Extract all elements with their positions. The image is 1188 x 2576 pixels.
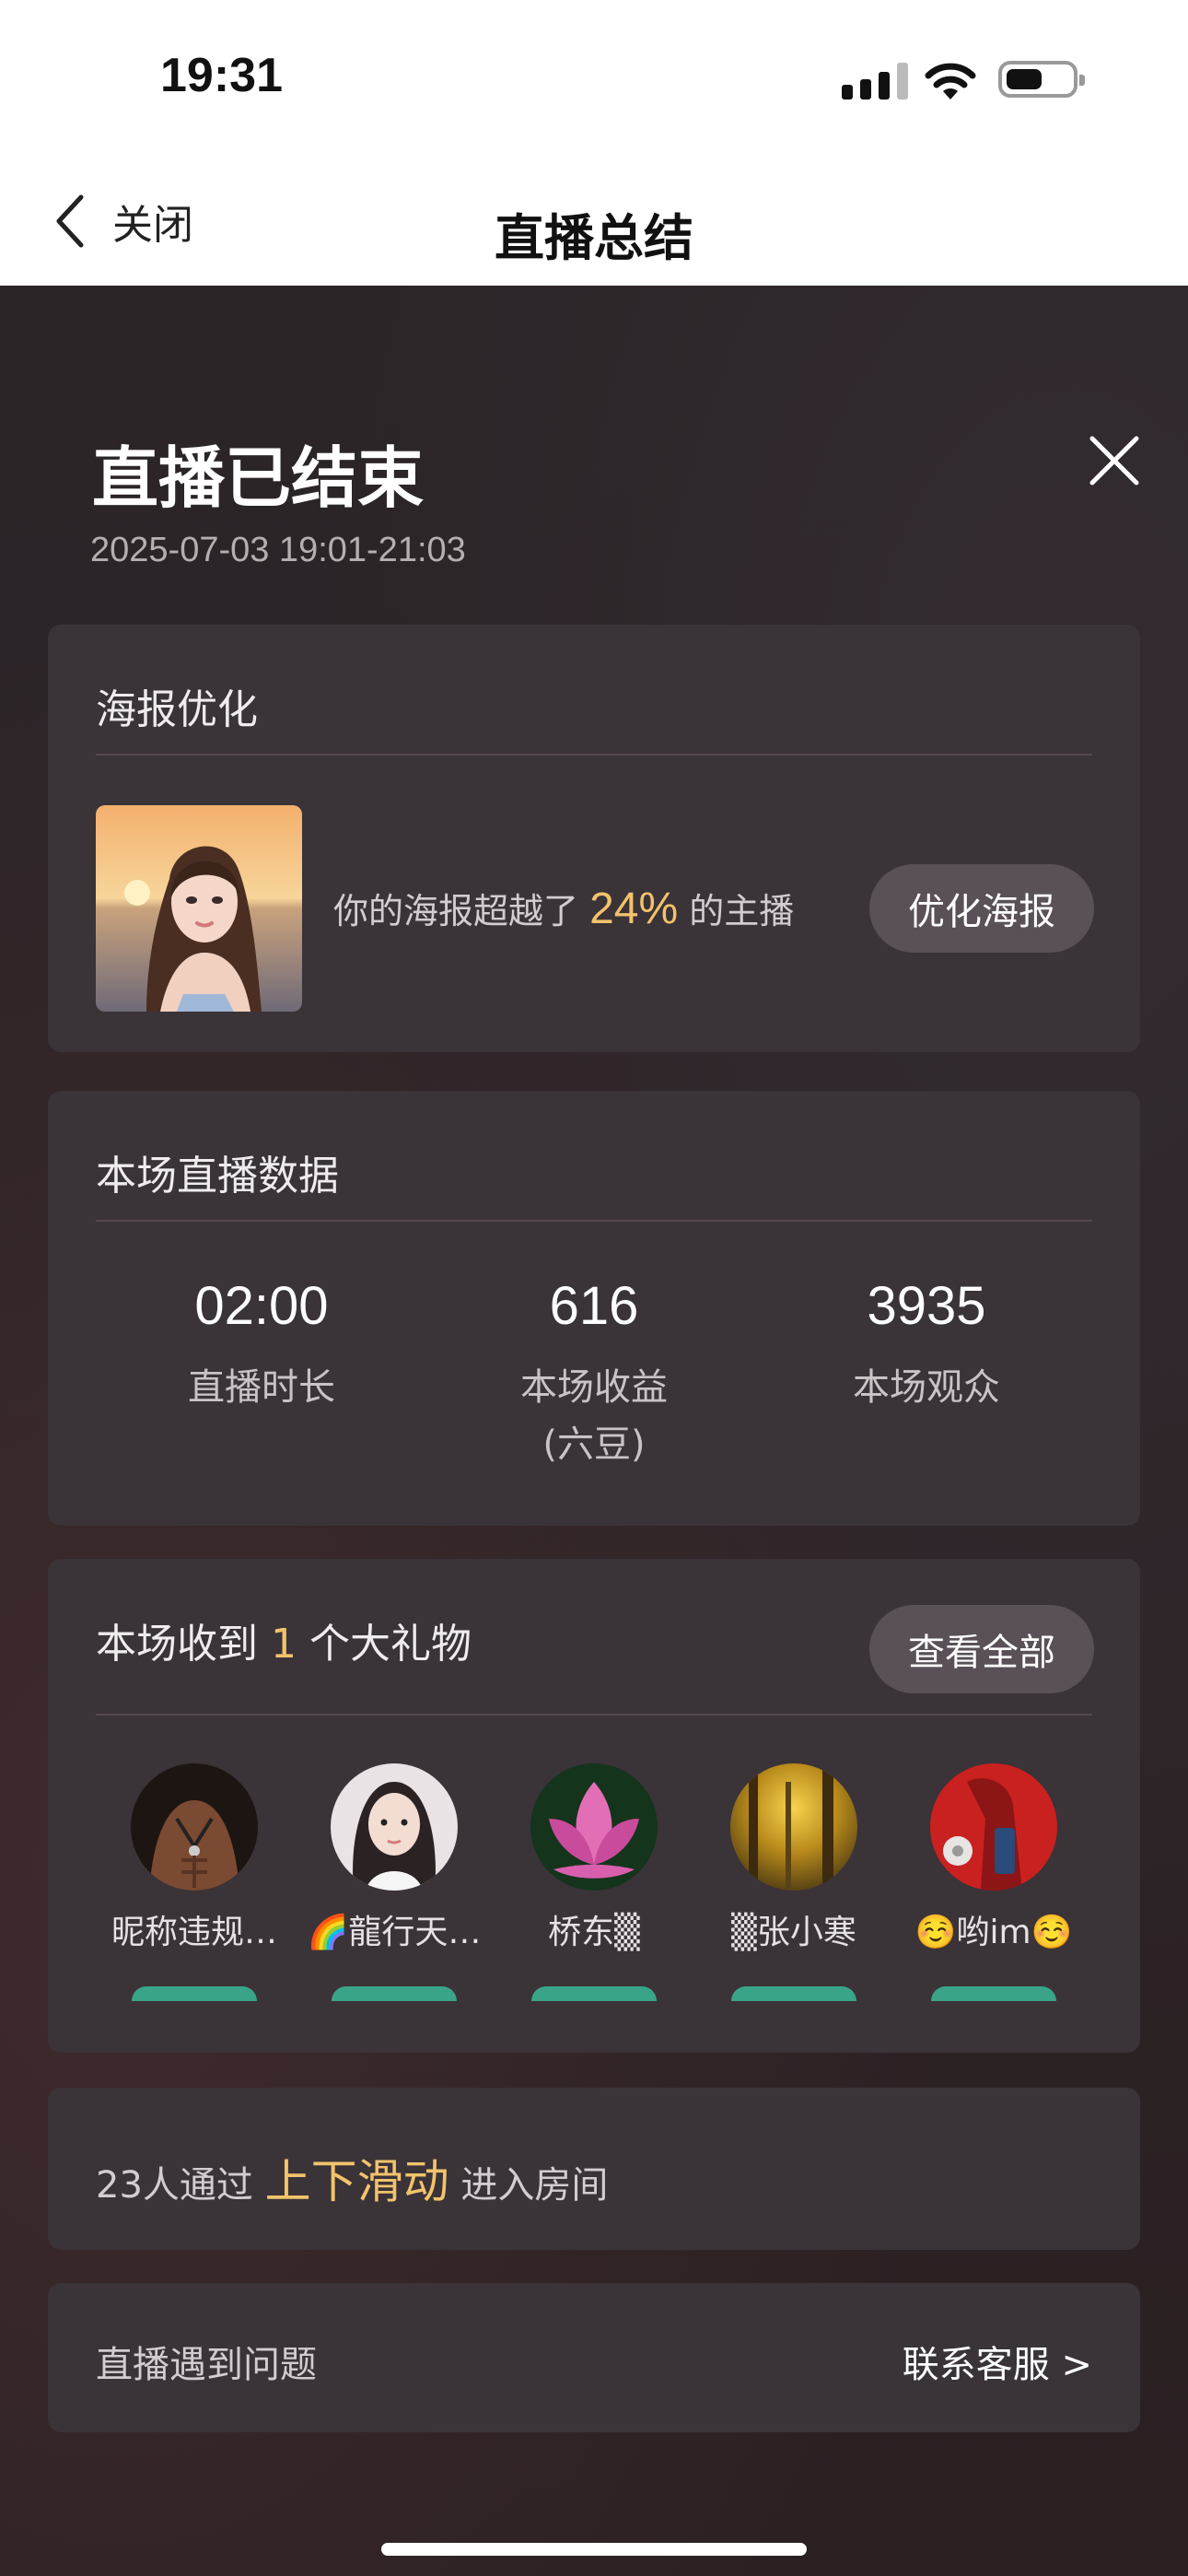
avatar (331, 1763, 458, 1891)
user-level-badge (731, 1986, 856, 2001)
avatar (530, 1763, 658, 1891)
stat-label: 本场收益 (六豆) (520, 1366, 668, 1466)
gift-user-name: 昵称违规… (111, 1914, 277, 1951)
nav-bar: 关闭 直播总结 (0, 157, 1188, 286)
user-level-badge (931, 1986, 1056, 2001)
divider (96, 1714, 1092, 1715)
gift-user[interactable]: 桥东▒ (493, 1763, 695, 2001)
poster-text-after: 的主播 (678, 891, 795, 931)
gifts-title-after: 个大礼物 (297, 1621, 472, 1668)
optimize-poster-button[interactable]: 优化海报 (869, 864, 1094, 953)
poster-text-before: 你的海报超越了 (333, 891, 590, 931)
gifts-card-title: 本场收到 1 个大礼物 (96, 1610, 472, 1669)
help-card[interactable]: 直播遇到问题 联系客服 > (48, 2283, 1140, 2432)
status-time: 19:31 (160, 49, 283, 102)
gift-count: 1 (271, 1621, 297, 1668)
swipe-text-after: 进入房间 (448, 2164, 609, 2207)
home-indicator[interactable] (381, 2543, 807, 2556)
divider (96, 754, 1092, 755)
stats-card-title: 本场直播数据 (96, 1153, 339, 1200)
avatar (730, 1763, 857, 1891)
poster-card: 海报优化 你的海报超越了 24% 的主播 优化海报 (48, 625, 1140, 1052)
swipe-entry-text: 23人通过 上下滑动 进入房间 (96, 2145, 608, 2211)
summary-content: 直播已结束 2025-07-03 19:01-21:03 海报优化 你的海报超越… (0, 286, 1188, 2576)
page-title: 直播总结 (495, 209, 693, 267)
poster-card-title: 海报优化 (96, 686, 258, 733)
poster-thumbnail[interactable] (96, 805, 302, 1012)
gift-user[interactable]: 🌈龍行天… (293, 1763, 495, 2001)
big-gifts-card: 本场收到 1 个大礼物 查看全部 昵称违规… 🌈龍行天… 桥东▒ ▒张小寒 ☺️… (48, 1559, 1140, 2053)
gift-user[interactable]: ▒张小寒 (693, 1763, 895, 2001)
avatar (131, 1763, 258, 1891)
divider (96, 1220, 1092, 1222)
gift-user-name: ☺️哟im☺️ (914, 1914, 1073, 1951)
swipe-text-before: 23人通过 (96, 2164, 265, 2207)
battery-icon (998, 61, 1085, 98)
gifts-title-before: 本场收到 (96, 1621, 271, 1668)
gift-user-name: 桥东▒ (548, 1914, 640, 1951)
stat-value: 3935 (867, 1276, 986, 1336)
stat-duration: 02:00 直播时长 (96, 1275, 427, 1416)
contact-support-link[interactable]: 联系客服 > (903, 2335, 1092, 2388)
user-level-badge (332, 1986, 457, 2001)
stat-income: 616 本场收益 (六豆) (428, 1275, 760, 1473)
gift-user-name: 🌈龍行天… (307, 1914, 482, 1951)
ended-title: 直播已结束 (92, 439, 425, 517)
close-icon[interactable] (1087, 433, 1142, 488)
status-bar: 19:31 (0, 0, 1188, 157)
gift-user[interactable]: 昵称违规… (93, 1763, 296, 2001)
poster-rank-text: 你的海报超越了 24% 的主播 (333, 883, 794, 934)
gift-user-name: ▒张小寒 (731, 1914, 856, 1951)
poster-percent: 24% (589, 884, 679, 933)
live-stats-card: 本场直播数据 02:00 直播时长 616 本场收益 (六豆) 3935 本场观… (48, 1091, 1140, 1526)
view-all-button[interactable]: 查看全部 (869, 1605, 1094, 1693)
stat-label: 直播时长 (188, 1366, 335, 1409)
user-level-badge (531, 1986, 657, 2001)
wifi-icon (925, 63, 976, 100)
stat-audience: 3935 本场观众 (761, 1275, 1092, 1416)
stat-label: 本场观众 (853, 1366, 1000, 1409)
avatar (930, 1763, 1057, 1891)
cellular-signal-icon (842, 63, 912, 100)
stat-value: 616 (549, 1276, 639, 1336)
stat-value: 02:00 (194, 1276, 329, 1336)
live-time-range: 2025-07-03 19:01-21:03 (90, 531, 466, 569)
user-level-badge (132, 1986, 257, 2001)
help-label: 直播遇到问题 (96, 2344, 317, 2386)
swipe-entry-card: 23人通过 上下滑动 进入房间 (48, 2088, 1140, 2250)
swipe-highlight: 上下滑动 (264, 2155, 449, 2208)
gift-user[interactable]: ☺️哟im☺️ (892, 1763, 1095, 2001)
